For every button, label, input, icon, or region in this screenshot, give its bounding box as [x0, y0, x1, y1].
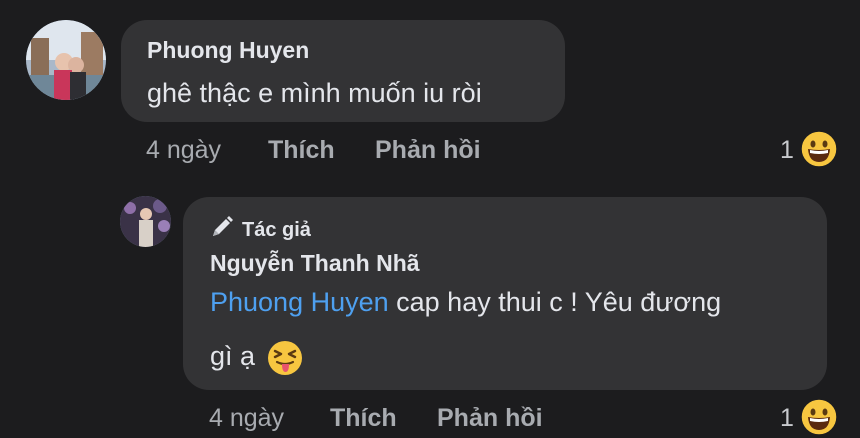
reply-author-name[interactable]: Nguyễn Thanh Nhã — [210, 250, 420, 277]
reply-button[interactable]: Phản hồi — [375, 136, 481, 165]
reply-text-line-1: Phuong Huyen cap hay thui c ! Yêu đương — [210, 287, 721, 318]
reply-text-cont: gì ạ — [210, 341, 256, 371]
comment-timestamp[interactable]: 4 ngày — [146, 136, 221, 165]
comment-text: ghê thậc e mình muốn iu ròi — [147, 78, 482, 108]
reaction-count[interactable]: 1 — [780, 136, 794, 165]
reply-text: cap hay thui c ! Yêu đương — [388, 287, 722, 317]
reply-button[interactable]: Phản hồi — [437, 404, 543, 433]
like-button[interactable]: Thích — [268, 136, 335, 165]
reaction-count[interactable]: 1 — [780, 404, 794, 433]
reply-text-line-2: gì ạ — [210, 341, 255, 372]
grinning-face-icon[interactable] — [800, 130, 838, 173]
comment-thread: Phuong Huyen ghê thậc e mình muốn iu ròi… — [0, 0, 860, 438]
author-badge: Tác giả — [210, 215, 311, 245]
squinting-tongue-icon — [267, 340, 303, 381]
avatar[interactable] — [120, 196, 171, 247]
author-badge-label: Tác giả — [242, 218, 311, 241]
avatar[interactable] — [26, 20, 106, 100]
grinning-face-icon[interactable] — [800, 398, 838, 438]
comment-author-name[interactable]: Phuong Huyen — [147, 37, 309, 64]
reply-timestamp[interactable]: 4 ngày — [209, 404, 284, 433]
like-button[interactable]: Thích — [330, 404, 397, 433]
mention-link[interactable]: Phuong Huyen — [210, 287, 389, 317]
pencil-icon — [210, 215, 234, 245]
